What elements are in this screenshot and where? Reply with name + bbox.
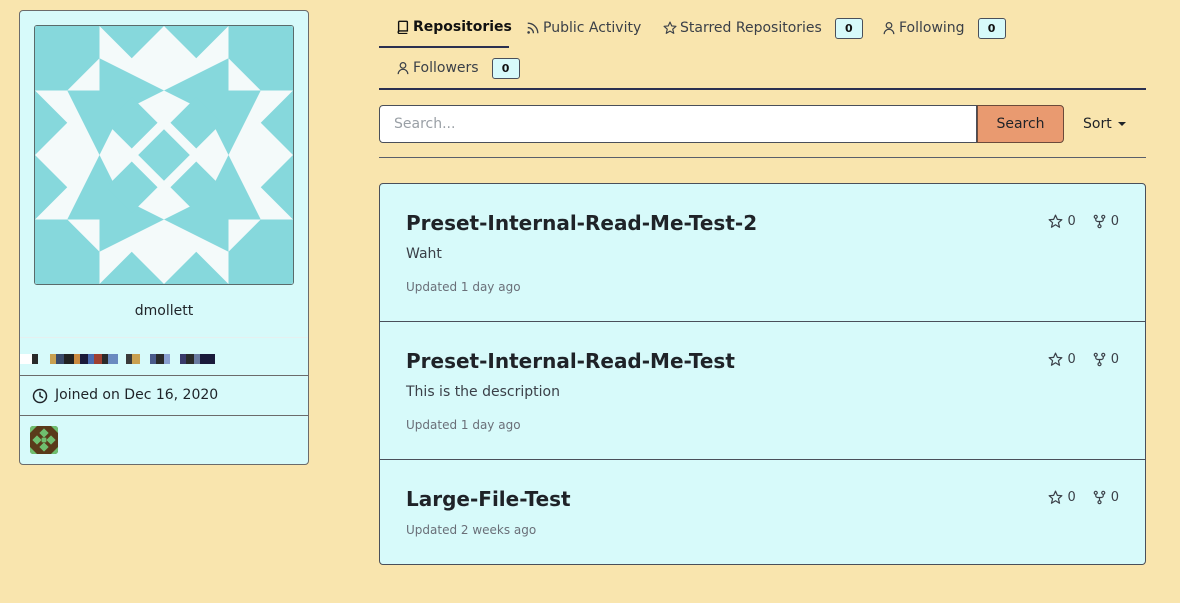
repo-icon [397,20,409,34]
repo-description: This is the description [406,384,560,400]
repo-name-link[interactable]: Large-File-Test [406,487,571,511]
following-count-badge: 0 [977,17,1006,39]
profile-tabs: Repositories Public Activity Starred Rep… [379,8,1146,90]
repo-stats: 0 0 [1048,490,1119,505]
repo-item: Preset-Internal-Read-Me-Test 0 0 This is… [380,322,1145,460]
caret-down-icon [1117,122,1126,126]
profile-orgs-row [20,416,308,465]
star-icon [1048,352,1063,366]
tab-repositories[interactable]: Repositories [379,8,512,48]
fork-count: 0 [1110,214,1119,229]
sort-label: Sort [1083,116,1112,132]
profile-email-row [20,337,308,375]
tab-label: Following [899,20,965,36]
clock-icon [32,388,48,404]
repository-list: Preset-Internal-Read-Me-Test-2 0 0 Waht … [379,183,1146,565]
repo-stats: 0 0 [1048,352,1119,367]
rss-icon [527,22,539,34]
person-icon [397,61,409,75]
tab-public-activity[interactable]: Public Activity [526,8,641,48]
user-avatar[interactable] [34,25,294,285]
search-divider [379,157,1146,158]
profile-username: dmollett [134,303,194,319]
tab-starred-repositories[interactable]: Starred Repositories 0 [663,8,863,48]
tab-label: Public Activity [543,20,642,36]
repo-item: Preset-Internal-Read-Me-Test-2 0 0 Waht … [380,184,1145,322]
tab-label: Followers [413,60,479,76]
star-icon [1048,490,1063,504]
repo-name-link[interactable]: Preset-Internal-Read-Me-Test-2 [406,211,757,235]
tab-following[interactable]: Following 0 [882,8,1006,48]
repo-updated-time: Updated 1 day ago [406,280,521,294]
star-icon [663,21,677,34]
star-count: 0 [1067,490,1076,505]
sort-dropdown[interactable]: Sort [1083,116,1126,132]
org-identicon-image [30,426,58,454]
fork-count: 0 [1110,352,1119,367]
fork-icon [1093,352,1106,367]
repo-item: Large-File-Test 0 0 Updated 2 weeks ago [380,460,1145,564]
followers-count-badge: 0 [491,57,520,79]
profile-card: dmollett Joined on Dec 16, 2020 [19,10,309,465]
star-icon [1048,214,1063,228]
fork-icon [1093,214,1106,229]
search-button[interactable]: Search [977,105,1064,143]
organization-avatar[interactable] [30,426,58,454]
person-icon [883,21,895,35]
tab-label: Starred Repositories [680,20,822,36]
repo-updated-time: Updated 1 day ago [406,418,521,432]
tab-followers[interactable]: Followers 0 [396,48,520,88]
repo-description: Waht [406,246,442,262]
fork-icon [1093,490,1106,505]
fork-count: 0 [1110,490,1119,505]
repo-search-input[interactable] [379,105,977,143]
profile-joined-row: Joined on Dec 16, 2020 [20,376,308,416]
repo-stats: 0 0 [1048,214,1119,229]
repo-updated-time: Updated 2 weeks ago [406,523,537,537]
redacted-email [20,354,235,364]
tab-label: Repositories [413,19,512,35]
starred-count-badge: 0 [834,17,863,39]
repo-name-link[interactable]: Preset-Internal-Read-Me-Test [406,349,735,373]
star-count: 0 [1067,352,1076,367]
star-count: 0 [1067,214,1076,229]
identicon-image [35,26,293,284]
joined-date: Joined on Dec 16, 2020 [55,387,219,403]
